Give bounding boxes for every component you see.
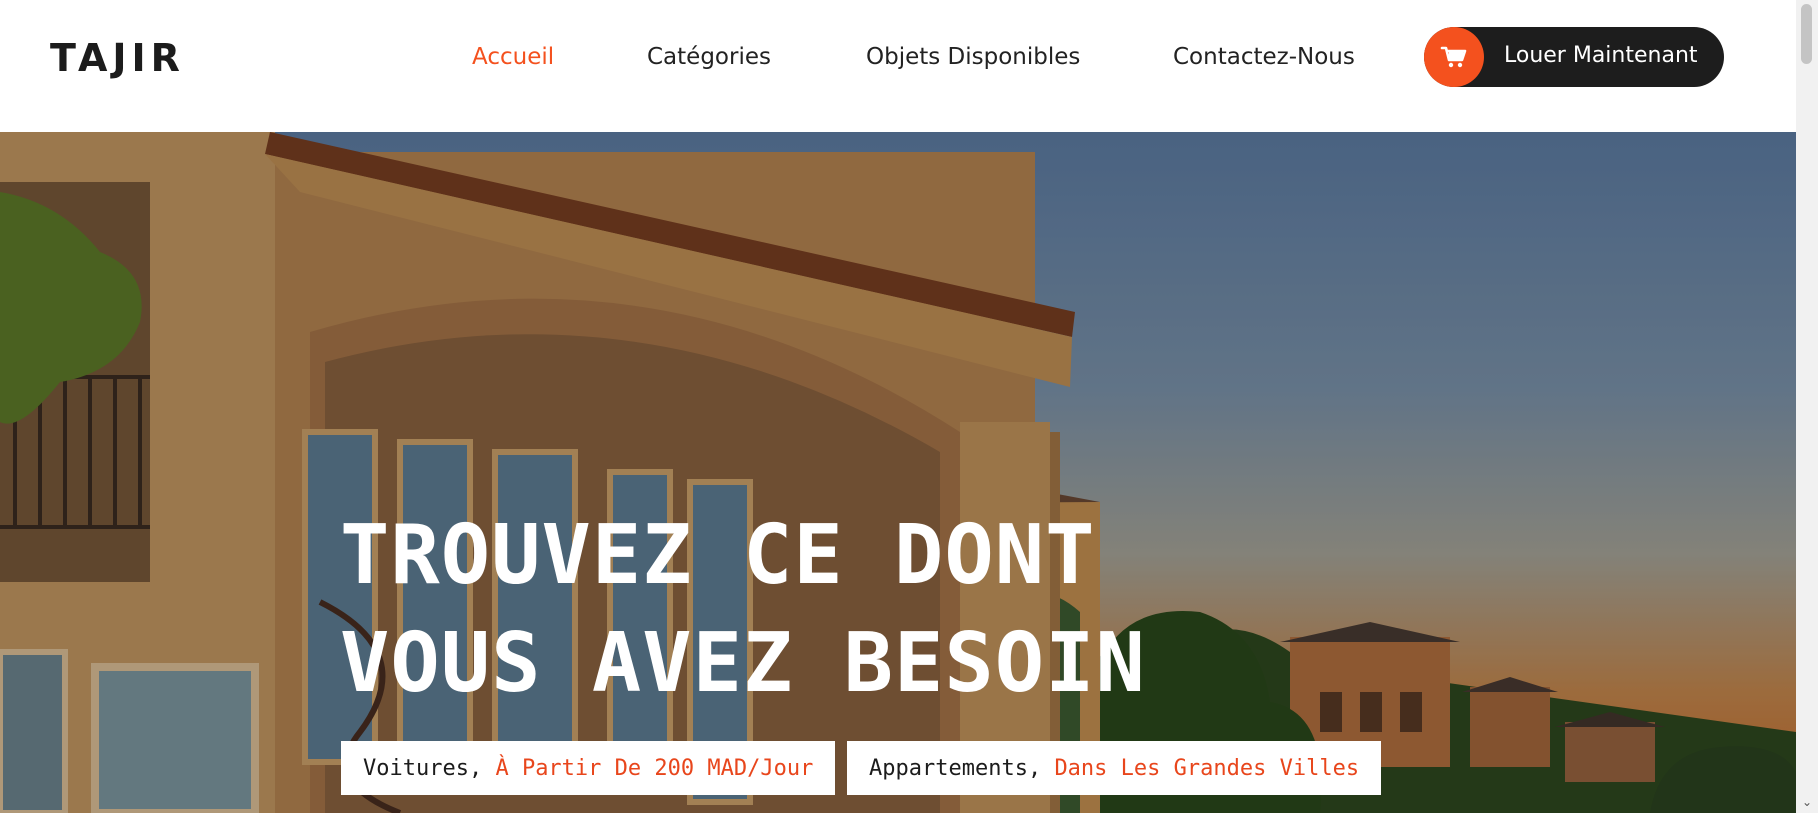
page-scrollbar[interactable]: ⌄ [1796, 0, 1818, 813]
hero-headline: TROUVEZ CE DONT VOUS AVEZ BESOIN [340, 502, 1146, 718]
hero-tag-apartments: Appartements, Dans Les Grandes Villes [847, 741, 1382, 795]
hero-headline-line1: TROUVEZ CE DONT [340, 508, 1096, 603]
rent-now-button[interactable]: Louer Maintenant [1424, 27, 1724, 87]
scrollbar-thumb[interactable] [1801, 4, 1812, 64]
hero-tag-cars-prefix: Voitures, [363, 755, 496, 781]
cart-icon [1424, 27, 1484, 87]
rent-now-label: Louer Maintenant [1504, 43, 1698, 68]
hero-tag-apartments-highlight: Dans Les Grandes Villes [1054, 755, 1360, 781]
site-header: TAJIR Accueil Catégories Objets Disponib… [0, 0, 1796, 132]
nav-link-objets-disponibles[interactable]: Objets Disponibles [866, 44, 1080, 70]
nav-link-contactez-nous[interactable]: Contactez-Nous [1173, 44, 1355, 70]
hero-tag-apartments-prefix: Appartements, [869, 755, 1055, 781]
hero-banner: TROUVEZ CE DONT VOUS AVEZ BESOIN Voiture… [0, 132, 1796, 813]
nav-link-categories[interactable]: Catégories [647, 44, 771, 70]
hero-tag-cars-highlight: À Partir De 200 MAD/Jour [495, 755, 814, 781]
landing-page: TAJIR Accueil Catégories Objets Disponib… [0, 0, 1796, 813]
brand-logo[interactable]: TAJIR [50, 36, 185, 80]
hero-headline-line2: VOUS AVEZ BESOIN [340, 616, 1146, 711]
scroll-down-arrow-icon[interactable]: ⌄ [1800, 795, 1814, 809]
hero-tag-cars: Voitures, À Partir De 200 MAD/Jour [341, 741, 836, 795]
nav-link-accueil[interactable]: Accueil [472, 44, 554, 70]
